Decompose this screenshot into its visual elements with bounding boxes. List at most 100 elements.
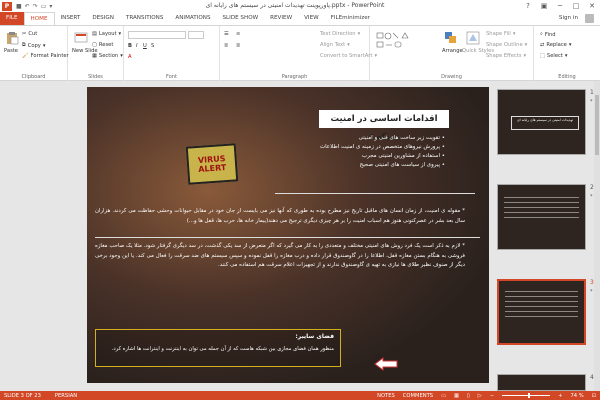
bullets-icon: ☰ — [224, 31, 229, 37]
cut-button[interactable]: ✂ Cut — [22, 31, 37, 37]
back-arrow-icon[interactable] — [374, 357, 398, 371]
tab-transitions[interactable]: TRANSITIONS — [120, 12, 170, 25]
slide-indicator: SLIDE 3 OF 23 — [4, 392, 41, 399]
customize-qat-icon[interactable]: ▾ — [49, 3, 52, 10]
tab-fileminimizer[interactable]: FILEminimizer — [325, 12, 376, 25]
divider — [95, 237, 480, 238]
fit-slide-icon[interactable]: ⊡ — [592, 393, 596, 399]
layout-button[interactable]: ▤ Layout ▾ — [92, 31, 121, 37]
reading-view-icon[interactable]: ▯ — [467, 393, 470, 399]
tab-insert[interactable]: INSERT — [55, 12, 87, 25]
slide-thumbnail-selected[interactable] — [497, 279, 586, 345]
slide-thumbnails-pane: تهدیدات امنیتی در سیستم های رایانه ای 1 … — [490, 81, 600, 391]
virus-alert-sign: VIRUS ALERT — [185, 143, 239, 185]
redo-icon[interactable]: ↷ — [33, 3, 38, 10]
font-name-box[interactable] — [128, 31, 186, 39]
slide-thumbnail[interactable]: تهدیدات امنیتی در سیستم های رایانه ای — [497, 89, 586, 155]
paintbrush-icon: 🖌 — [22, 53, 29, 59]
text-direction-button[interactable]: Text Direction ▾ — [320, 31, 360, 37]
tab-design[interactable]: DESIGN — [86, 12, 120, 25]
shape-effects-button[interactable]: Shape Effects ▾ — [486, 53, 526, 59]
bullet-item: استفاده از مشاورین امنیتی مجرب — [295, 152, 445, 161]
ribbon-options-icon[interactable]: ▣ — [536, 0, 552, 12]
zoom-in-icon[interactable]: + — [558, 393, 562, 399]
slide-thumbnail[interactable] — [497, 374, 586, 391]
section-button[interactable]: ▦ Section ▾ — [92, 53, 123, 59]
arrange-button[interactable]: Arrange — [442, 48, 463, 54]
normal-view-icon[interactable]: ▭ — [441, 393, 446, 399]
italic-button[interactable]: I — [136, 43, 138, 49]
align-left-button[interactable]: ≣ — [224, 43, 228, 49]
slide-paragraph-2[interactable]: * لازم به ذکر است یک فرد روش های امنیتی … — [95, 242, 465, 271]
numbering-button[interactable]: ≡ — [236, 31, 240, 37]
sign-in-link[interactable]: Sign in — [559, 15, 578, 21]
font-color-button[interactable]: A — [128, 54, 132, 60]
notes-button[interactable]: NOTES — [377, 393, 395, 399]
shape-fill-button[interactable]: Shape Fill ▾ — [486, 31, 515, 37]
slide-bullets[interactable]: تقویت زیر ساخت های فنی و امنیتی پرورش نی… — [295, 134, 445, 170]
language-indicator[interactable]: PERSIAN — [55, 393, 77, 399]
quick-access-toolbar: ■ ↶ ↷ ▭ ▾ — [16, 3, 52, 10]
font-size-box[interactable] — [188, 31, 204, 39]
tab-review[interactable]: REVIEW — [264, 12, 298, 25]
underline-button[interactable]: U — [143, 43, 147, 49]
slide-title[interactable]: اقدامات اساسی در امنیت شبکه : — [319, 110, 449, 142]
zoom-out-icon[interactable]: − — [490, 393, 494, 399]
tab-home[interactable]: HOME — [23, 12, 55, 25]
tab-file[interactable]: FILE — [0, 12, 24, 25]
minimize-button[interactable]: ─ — [552, 0, 568, 12]
reset-button[interactable]: ▢ Reset — [92, 42, 113, 48]
thumbnails-scrollbar[interactable] — [594, 81, 600, 391]
shadow-button[interactable]: S — [151, 43, 154, 49]
close-button[interactable]: ✕ — [584, 0, 600, 12]
paste-icon[interactable] — [5, 31, 19, 45]
slide-canvas[interactable]: VIRUS ALERT اقدامات اساسی در امنیت شبکه … — [87, 87, 489, 383]
align-center-button[interactable]: ≣ — [236, 43, 240, 49]
bullets-button[interactable]: ☰ — [224, 31, 229, 37]
replace-button[interactable]: ⇄ Replace ▾ — [540, 42, 572, 48]
slides-group: New Slide ▤ Layout ▾ ▢ Reset ▦ Section ▾ Slid… — [68, 26, 124, 81]
tab-animations[interactable]: ANIMATIONS — [169, 12, 216, 25]
numbering-icon: ≡ — [236, 31, 241, 37]
align-text-button[interactable]: Align Text ▾ — [320, 42, 350, 48]
scrollbar-thumb[interactable] — [595, 95, 599, 155]
copy-button[interactable]: ⧉ Copy ▾ — [22, 42, 46, 49]
cyber-space-text: منظور همان فضای مجازی بین شبکه هاست که ا… — [111, 346, 334, 352]
thumbnail-title: تهدیدات امنیتی در سیستم های رایانه ای — [511, 116, 579, 130]
tab-slide-show[interactable]: SLIDE SHOW — [217, 12, 265, 25]
help-button[interactable]: ? — [520, 0, 536, 12]
shape-outline-button[interactable]: Shape Outline ▾ — [486, 42, 527, 48]
maximize-button[interactable]: □ — [568, 0, 584, 12]
slide-paragraph-1[interactable]: * مقوله ی امنیت، از زمان انسان های ماقبل… — [95, 207, 465, 226]
shapes-gallery-icon[interactable] — [376, 32, 420, 58]
chevron-down-icon: ▾ — [568, 42, 572, 48]
avatar[interactable] — [585, 14, 594, 23]
clipboard-group: Paste ✂ Cut ⧉ Copy ▾ 🖌 Format Painter Clipbo… — [0, 26, 69, 81]
chevron-down-icon: ▾ — [42, 42, 46, 49]
tab-view[interactable]: VIEW — [298, 12, 325, 25]
start-presentation-icon[interactable]: ▭ — [41, 3, 47, 10]
new-slide-icon[interactable] — [74, 31, 88, 45]
slide-thumbnail[interactable] — [497, 184, 586, 250]
paste-button[interactable]: Paste — [4, 48, 18, 54]
save-icon[interactable]: ■ — [16, 3, 22, 10]
zoom-level[interactable]: 74 % — [570, 393, 583, 399]
find-button[interactable]: ⌕ Find — [540, 31, 556, 38]
virus-sign-line2: ALERT — [198, 163, 227, 174]
bold-button[interactable]: B — [128, 43, 132, 49]
editing-group: ⌕ Find ⇄ Replace ▾ ⬚ Select ▾ Editing — [534, 26, 600, 81]
slideshow-icon[interactable]: ▷ — [478, 393, 482, 399]
chevron-down-icon: ▾ — [512, 31, 516, 37]
animation-star-icon: * — [590, 194, 593, 200]
quick-styles-icon — [466, 31, 480, 45]
select-icon: ⬚ — [540, 53, 545, 59]
comments-button[interactable]: COMMENTS — [403, 393, 433, 399]
slide-sorter-icon[interactable]: ▦ — [454, 393, 459, 399]
format-painter-button[interactable]: 🖌 Format Painter — [22, 53, 69, 59]
convert-smartart-button[interactable]: Convert to SmartArt ▾ — [320, 53, 377, 59]
cyber-space-box[interactable]: فضای سایبر: منظور همان فضای مجازی بین شب… — [95, 329, 341, 367]
select-button[interactable]: ⬚ Select ▾ — [540, 53, 568, 59]
undo-icon[interactable]: ↶ — [25, 3, 30, 10]
zoom-slider[interactable] — [502, 393, 551, 398]
chevron-down-icon: ▾ — [347, 42, 350, 48]
